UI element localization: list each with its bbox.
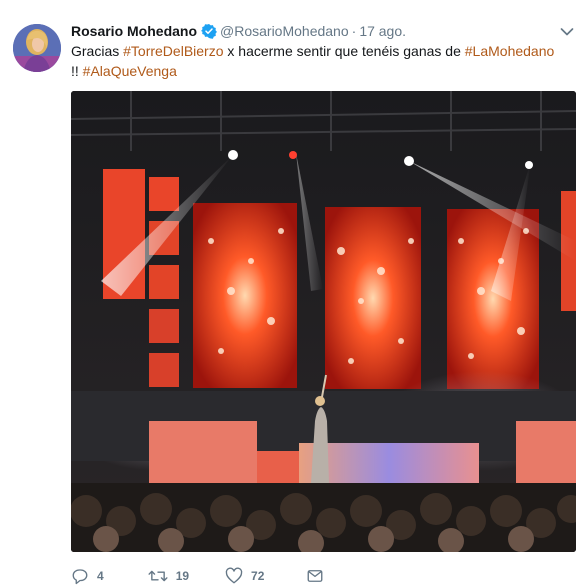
- text-segment: x hacerme sentir que tenéis ganas de: [223, 43, 465, 59]
- hashtag-link[interactable]: #AlaQueVenga: [83, 63, 177, 79]
- author-name[interactable]: Rosario Mohedano: [71, 23, 197, 39]
- like-button[interactable]: 72: [225, 567, 264, 585]
- tweet-text: Gracias #TorreDelBierzo x hacerme sentir…: [71, 41, 571, 81]
- separator-dot: ·: [351, 23, 357, 39]
- tweet-timestamp[interactable]: 17 ago.: [359, 23, 406, 39]
- reply-count: 4: [97, 569, 104, 583]
- author-handle[interactable]: @RosarioMohedano: [220, 23, 349, 39]
- chevron-down-icon[interactable]: [560, 24, 574, 42]
- hashtag-link[interactable]: #TorreDelBierzo: [123, 43, 223, 59]
- reply-button[interactable]: 4: [71, 567, 104, 585]
- direct-message-icon: [306, 567, 324, 585]
- heart-icon: [225, 567, 243, 585]
- reply-icon: [71, 567, 89, 585]
- avatar[interactable]: [13, 24, 61, 72]
- direct-message-button[interactable]: [306, 567, 324, 585]
- tweet-actions: 4 19 72: [71, 566, 324, 586]
- tweet-card[interactable]: Rosario Mohedano @RosarioMohedano · 17 ago.…: [0, 0, 586, 587]
- text-segment: Gracias: [71, 43, 124, 59]
- retweet-icon: [148, 567, 168, 585]
- retweet-button[interactable]: 19: [148, 567, 189, 585]
- retweet-count: 19: [175, 569, 190, 583]
- tweet-photo[interactable]: [71, 91, 576, 552]
- hashtag-link[interactable]: #LaMohedano: [465, 43, 555, 59]
- like-count: 72: [251, 569, 265, 583]
- text-segment: !!: [71, 63, 83, 79]
